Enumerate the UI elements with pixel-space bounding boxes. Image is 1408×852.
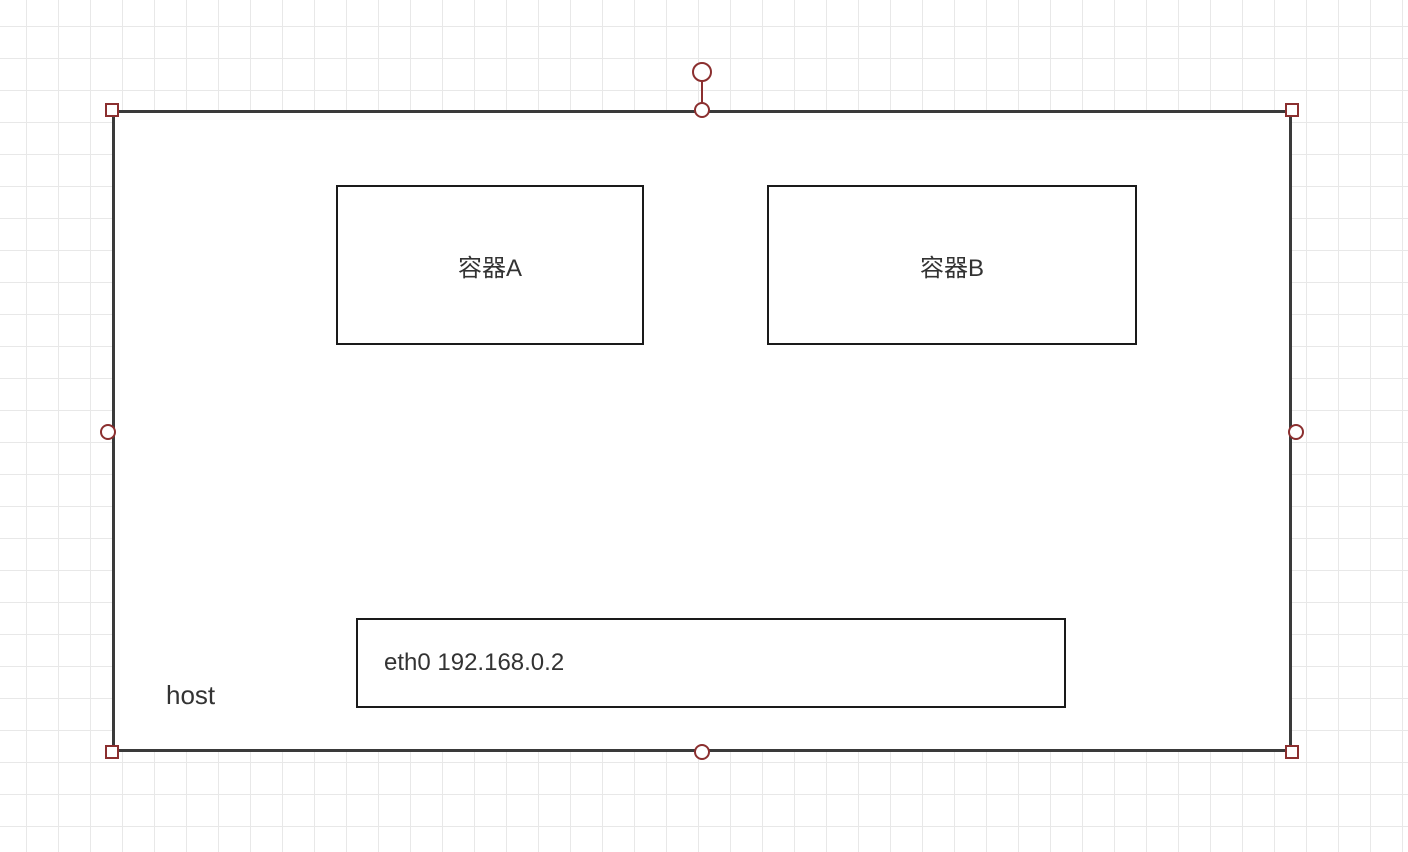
selection-handle-left-mid[interactable] bbox=[100, 424, 116, 440]
container-a-box[interactable]: 容器A bbox=[336, 185, 644, 345]
container-b-label: 容器B bbox=[920, 248, 984, 283]
container-b-box[interactable]: 容器B bbox=[767, 185, 1137, 345]
selection-handle-right-mid[interactable] bbox=[1288, 424, 1304, 440]
rotation-handle[interactable] bbox=[692, 62, 712, 82]
selection-handle-bottom-left[interactable] bbox=[105, 745, 119, 759]
selection-handle-top-right[interactable] bbox=[1285, 103, 1299, 117]
diagram-canvas[interactable]: 容器A 容器B eth0 192.168.0.2 host bbox=[0, 0, 1408, 852]
selection-handle-bottom-right[interactable] bbox=[1285, 745, 1299, 759]
rotation-stem bbox=[701, 80, 703, 104]
container-a-label: 容器A bbox=[458, 248, 522, 283]
selection-handle-bottom-mid[interactable] bbox=[694, 744, 710, 760]
selection-handle-top-mid[interactable] bbox=[694, 102, 710, 118]
host-label: host bbox=[166, 680, 215, 711]
selection-handle-top-left[interactable] bbox=[105, 103, 119, 117]
eth0-box[interactable]: eth0 192.168.0.2 bbox=[356, 618, 1066, 708]
eth0-label: eth0 192.168.0.2 bbox=[384, 649, 564, 677]
